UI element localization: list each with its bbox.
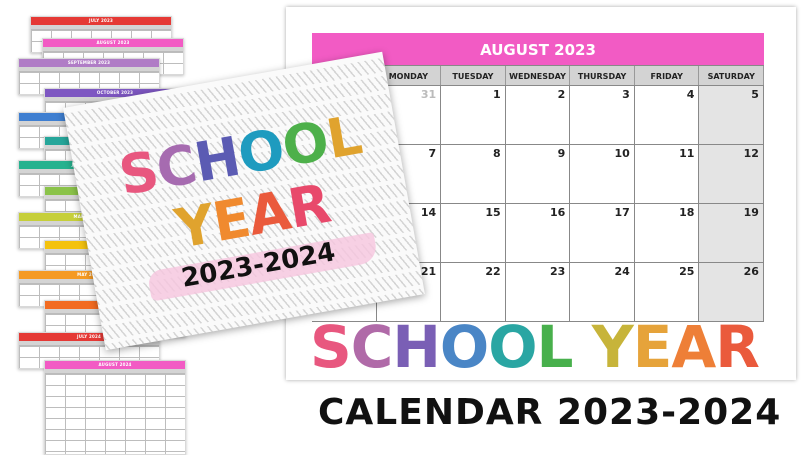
date-cell: 8 <box>441 145 506 204</box>
date-number: 15 <box>485 206 501 219</box>
date-number: 21 <box>420 265 437 278</box>
headline-subtitle: CALENDAR 2023-2024 <box>318 392 782 433</box>
date-number: 2 <box>557 88 566 101</box>
weekday-label: THURSDAY <box>570 66 635 86</box>
date-number: 4 <box>686 88 695 101</box>
headline-school-year: SCHOOL YEAR <box>310 313 760 381</box>
mini-calendar-title: AUGUST 2023 <box>43 39 183 47</box>
date-number: 3 <box>622 88 630 101</box>
date-number: 31 <box>420 88 437 101</box>
date-cell: 5 <box>699 86 764 145</box>
date-number: 26 <box>743 265 759 278</box>
date-number: 5 <box>751 88 759 101</box>
date-cell: 1 <box>441 86 506 145</box>
date-cell: 2 <box>505 86 571 145</box>
date-cell: 15 <box>441 204 506 263</box>
date-number: 23 <box>549 265 566 278</box>
date-number: 10 <box>614 147 630 160</box>
date-cell: 3 <box>570 86 635 145</box>
mini-date-grid <box>45 374 185 454</box>
date-cell: 11 <box>634 145 700 204</box>
date-number: 7 <box>428 147 437 160</box>
weekday-label: WEDNESDAY <box>505 66 571 86</box>
mini-calendar-title: JULY 2023 <box>31 17 171 25</box>
date-number: 18 <box>679 206 695 219</box>
date-number: 25 <box>679 265 695 278</box>
date-number: 8 <box>493 147 501 160</box>
mini-calendar-title: SEPTEMBER 2023 <box>19 59 159 67</box>
date-cell: 4 <box>634 86 700 145</box>
weekday-label: FRIDAY <box>634 66 700 86</box>
date-cell: 16 <box>505 204 571 263</box>
date-number: 19 <box>743 206 759 219</box>
date-number: 22 <box>485 265 501 278</box>
date-cell: 17 <box>570 204 635 263</box>
date-number: 9 <box>557 147 566 160</box>
date-number: 11 <box>679 147 695 160</box>
date-cell: 19 <box>699 204 764 263</box>
date-number: 16 <box>549 206 566 219</box>
date-cell: 9 <box>505 145 571 204</box>
weekday-label: SATURDAY <box>699 66 765 86</box>
date-cell: 10 <box>570 145 635 204</box>
date-number: 1 <box>493 88 501 101</box>
date-number: 17 <box>614 206 630 219</box>
date-number: 14 <box>420 206 437 219</box>
mini-calendar: AUGUST 2024 <box>44 360 186 455</box>
weekday-label: TUESDAY <box>441 66 506 86</box>
date-number: 24 <box>614 265 630 278</box>
date-cell: 18 <box>634 204 700 263</box>
date-number: 12 <box>743 147 759 160</box>
date-cell: 12 <box>699 145 764 204</box>
mini-calendar-title: AUGUST 2024 <box>45 361 185 369</box>
